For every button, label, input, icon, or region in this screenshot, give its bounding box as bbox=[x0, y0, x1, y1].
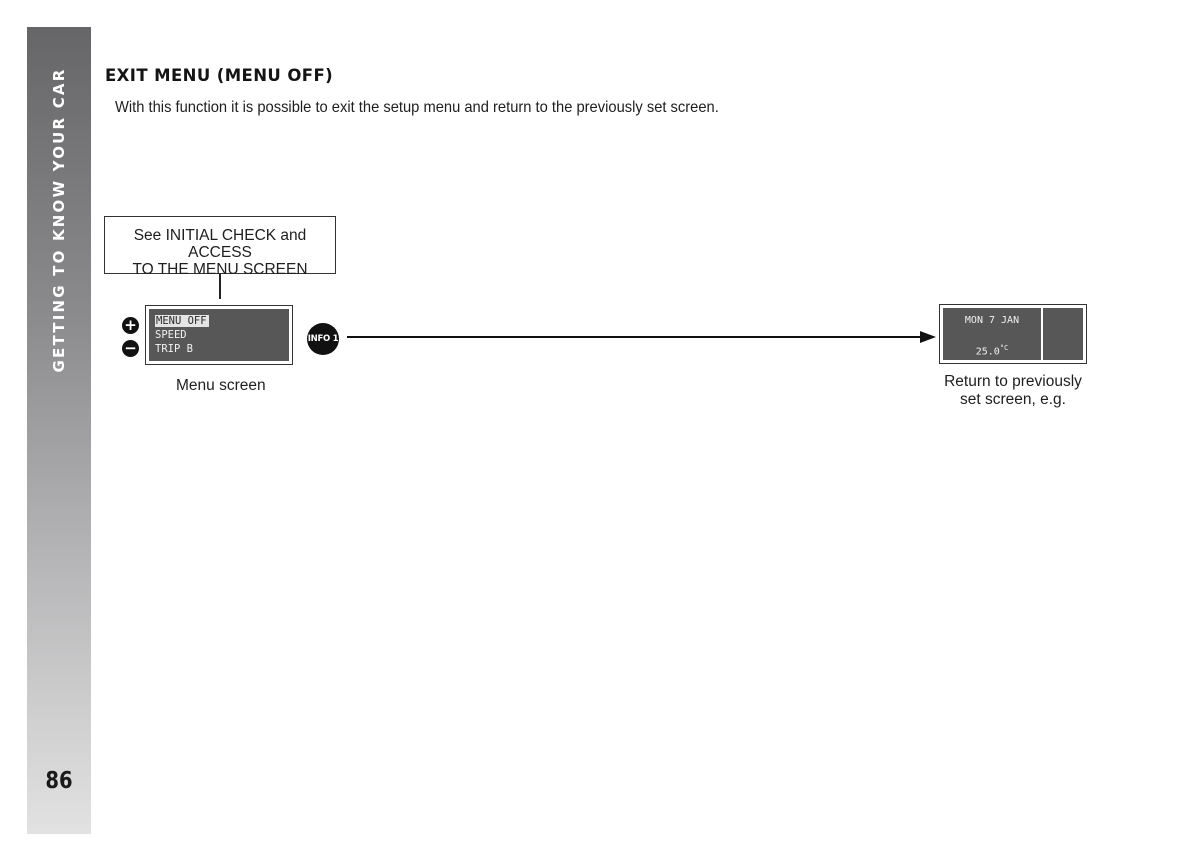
plus-button-icon: + bbox=[122, 317, 139, 334]
menu-item-label: SPEED bbox=[155, 329, 187, 341]
menu-screen-display: MENU OFF SPEED TRIP B bbox=[145, 305, 293, 365]
temperature-value: 25.0 bbox=[975, 346, 1000, 358]
page-number: 86 bbox=[45, 768, 73, 794]
menu-item-label: MENU OFF bbox=[155, 315, 209, 327]
minus-button-icon: − bbox=[122, 340, 139, 357]
result-screen-display: MON 7 JAN 25.0°C bbox=[939, 304, 1087, 364]
reference-box: See INITIAL CHECK and ACCESS TO THE MENU… bbox=[104, 216, 336, 278]
menu-item-label: TRIP B bbox=[155, 343, 193, 355]
menu-item-trip-b: TRIP B bbox=[155, 342, 289, 356]
result-screen-caption: Return to previously set screen, e.g. bbox=[930, 373, 1096, 409]
result-caption-line-1: Return to previously bbox=[944, 373, 1082, 390]
result-temperature: 25.0°C bbox=[943, 344, 1041, 357]
menu-screen-caption: Menu screen bbox=[176, 377, 266, 394]
arrow-line bbox=[347, 336, 925, 338]
result-screen-main: MON 7 JAN 25.0°C bbox=[943, 308, 1041, 360]
result-date: MON 7 JAN bbox=[964, 315, 1020, 326]
menu-screen-lcd: MENU OFF SPEED TRIP B bbox=[149, 309, 289, 361]
intro-text: With this function it is possible to exi… bbox=[115, 99, 719, 116]
connector-line bbox=[219, 274, 221, 299]
info-button-icon: INFO 1 bbox=[307, 323, 339, 355]
arrow-head-icon bbox=[920, 331, 936, 343]
menu-item-speed: SPEED bbox=[155, 328, 289, 342]
temperature-unit: °C bbox=[999, 344, 1009, 352]
result-caption-line-2: set screen, e.g. bbox=[960, 391, 1066, 408]
result-screen-side bbox=[1043, 308, 1083, 360]
reference-line-1: See INITIAL CHECK and ACCESS bbox=[133, 227, 307, 261]
menu-item-menu-off: MENU OFF bbox=[155, 314, 289, 328]
chapter-label: GETTING TO KNOW YOUR CAR bbox=[50, 67, 68, 373]
section-title: EXIT MENU (MENU OFF) bbox=[105, 66, 334, 85]
